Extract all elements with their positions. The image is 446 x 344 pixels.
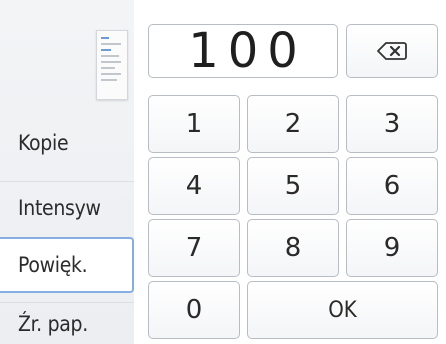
sidebar-item-label: Powięk. [18,253,88,277]
key-0[interactable]: 0 [148,281,240,339]
key-4[interactable]: 4 [148,157,240,215]
key-2[interactable]: 2 [247,95,339,153]
key-9[interactable]: 9 [346,219,438,277]
sidebar-item-intensity[interactable]: Intensyw [0,181,134,233]
key-3[interactable]: 3 [346,95,438,153]
key-7[interactable]: 7 [148,219,240,277]
sidebar-item-label: Źr. pap. [18,311,88,336]
value-display: 100 [148,23,338,79]
key-8[interactable]: 8 [247,219,339,277]
document-preview-icon [96,30,128,100]
sidebar-item-paper-source[interactable]: Źr. pap. [0,302,134,344]
sidebar-item-label: Kopie [18,131,69,155]
backspace-button[interactable] [346,24,438,78]
sidebar-item-label: Intensyw [18,195,101,220]
sidebar-item-magnification[interactable]: Powięk. [0,237,134,293]
key-1[interactable]: 1 [148,95,240,153]
ok-button[interactable]: OK [247,281,438,339]
key-6[interactable]: 6 [346,157,438,215]
sidebar-item-copies[interactable]: Kopie [0,117,134,169]
backspace-icon [377,41,407,61]
settings-sidebar: Kopie Intensyw Powięk. Źr. pap. [0,0,134,344]
key-5[interactable]: 5 [247,157,339,215]
